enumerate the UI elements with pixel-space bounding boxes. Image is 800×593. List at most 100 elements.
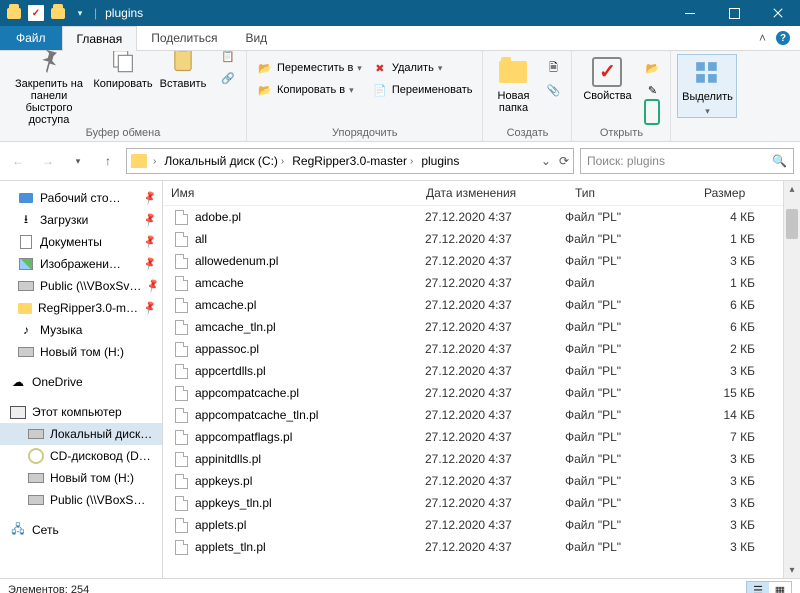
file-icon bbox=[173, 473, 189, 489]
edit-button[interactable]: ✎ bbox=[640, 80, 664, 100]
qat-dropdown-icon[interactable]: ▾ bbox=[72, 5, 88, 21]
copy-to-button[interactable]: 📂Копировать в▾ bbox=[253, 80, 366, 100]
col-name[interactable]: Имя bbox=[163, 186, 418, 200]
file-row[interactable]: amcache27.12.2020 4:37Файл1 КБ bbox=[163, 272, 800, 294]
sidebar-item-quick-5[interactable]: RegRipper3.0-m…📌 bbox=[0, 297, 162, 319]
navigation-bar: ← → ▾ ↑ › Локальный диск (C:)› RegRipper… bbox=[0, 142, 800, 181]
refresh-button[interactable]: ⟳ bbox=[555, 149, 573, 173]
drive-icon bbox=[18, 344, 34, 360]
rename-button[interactable]: 📄Переименовать bbox=[368, 80, 477, 100]
pin-to-quick-access-button[interactable]: Закрепить на панели быстрого доступа bbox=[6, 42, 92, 126]
scroll-thumb[interactable] bbox=[786, 209, 798, 239]
file-row[interactable]: appcompatflags.pl27.12.2020 4:37Файл "PL… bbox=[163, 426, 800, 448]
doc-icon bbox=[18, 234, 34, 250]
address-dropdown-icon[interactable]: ⌄ bbox=[541, 154, 551, 168]
history-button[interactable] bbox=[640, 102, 664, 122]
drive-icon bbox=[28, 492, 44, 508]
new-folder-button[interactable]: Новая папка bbox=[489, 54, 537, 114]
forward-button[interactable]: → bbox=[36, 149, 60, 173]
pin-icon: 📌 bbox=[142, 234, 158, 250]
file-row[interactable]: amcache_tln.pl27.12.2020 4:37Файл "PL"6 … bbox=[163, 316, 800, 338]
sidebar-drive-2[interactable]: Новый том (H:) bbox=[0, 467, 162, 489]
group-label-select bbox=[677, 138, 737, 141]
search-box[interactable]: Поиск: plugins 🔍 bbox=[580, 148, 794, 174]
new-item-button[interactable]: 🗎 bbox=[541, 58, 565, 78]
scroll-up-icon[interactable]: ▴ bbox=[784, 181, 800, 197]
recent-locations-button[interactable]: ▾ bbox=[66, 149, 90, 173]
view-thumbs-button[interactable]: ▦ bbox=[769, 582, 791, 593]
open-icon: 📂 bbox=[644, 60, 660, 76]
vertical-scrollbar[interactable]: ▴ ▾ bbox=[783, 181, 800, 578]
up-button[interactable]: ↑ bbox=[96, 149, 120, 173]
sidebar-item-quick-0[interactable]: Рабочий сто…📌 bbox=[0, 187, 162, 209]
file-row[interactable]: appinitdlls.pl27.12.2020 4:37Файл "PL"3 … bbox=[163, 448, 800, 470]
file-row[interactable]: all27.12.2020 4:37Файл "PL"1 КБ bbox=[163, 228, 800, 250]
col-type[interactable]: Тип bbox=[567, 186, 696, 200]
sidebar-network[interactable]: 🖧 Сеть bbox=[0, 519, 162, 541]
edit-icon: ✎ bbox=[644, 82, 660, 98]
address-bar[interactable]: › Локальный диск (C:)› RegRipper3.0-mast… bbox=[126, 148, 574, 174]
cd-icon bbox=[28, 448, 44, 464]
tab-home[interactable]: Главная bbox=[62, 26, 138, 51]
sidebar-this-pc[interactable]: Этот компьютер bbox=[0, 401, 162, 423]
collapse-ribbon-icon[interactable]: ˄ bbox=[759, 31, 766, 45]
close-button[interactable] bbox=[756, 0, 800, 26]
img-icon bbox=[18, 256, 34, 272]
breadcrumb-seg-1: RegRipper3.0-master› bbox=[288, 149, 417, 173]
new-folder-icon bbox=[497, 56, 529, 88]
ribbon-group-clipboard: Закрепить на панели быстрого доступа Коп… bbox=[0, 51, 247, 141]
file-row[interactable]: appassoc.pl27.12.2020 4:37Файл "PL"2 КБ bbox=[163, 338, 800, 360]
move-to-button[interactable]: 📂Переместить в▾ bbox=[253, 58, 366, 78]
file-row[interactable]: amcache.pl27.12.2020 4:37Файл "PL"6 КБ bbox=[163, 294, 800, 316]
file-row[interactable]: appcompatcache.pl27.12.2020 4:37Файл "PL… bbox=[163, 382, 800, 404]
view-mode-toggle: ☰ ▦ bbox=[746, 581, 792, 593]
group-label-organize: Упорядочить bbox=[253, 126, 476, 141]
view-details-button[interactable]: ☰ bbox=[747, 582, 769, 593]
col-size[interactable]: Размер bbox=[696, 186, 781, 200]
minimize-button[interactable] bbox=[668, 0, 712, 26]
file-icon bbox=[173, 407, 189, 423]
paste-shortcut-button[interactable]: 🔗 bbox=[216, 68, 240, 88]
file-row[interactable]: adobe.pl27.12.2020 4:37Файл "PL"4 КБ bbox=[163, 206, 800, 228]
open-button[interactable]: 📂 bbox=[640, 58, 664, 78]
tab-share[interactable]: Поделиться bbox=[137, 26, 231, 50]
file-row[interactable]: appkeys_tln.pl27.12.2020 4:37Файл "PL"3 … bbox=[163, 492, 800, 514]
col-date[interactable]: Дата изменения bbox=[418, 186, 567, 200]
sidebar-drive-0[interactable]: Локальный диск… bbox=[0, 423, 162, 445]
maximize-button[interactable] bbox=[712, 0, 756, 26]
file-row[interactable]: applets_tln.pl27.12.2020 4:37Файл "PL"3 … bbox=[163, 536, 800, 558]
down-icon: ⭳ bbox=[18, 212, 34, 228]
easy-access-button[interactable]: 📎 bbox=[541, 80, 565, 100]
drive-icon bbox=[18, 278, 34, 294]
sidebar-drive-1[interactable]: CD-дисковод (D… bbox=[0, 445, 162, 467]
file-row[interactable]: allowedenum.pl27.12.2020 4:37Файл "PL"3 … bbox=[163, 250, 800, 272]
sidebar-drive-3[interactable]: Public (\\VBoxS… bbox=[0, 489, 162, 511]
select-all-button[interactable]: Выделить ▾ bbox=[677, 54, 737, 118]
help-icon[interactable]: ? bbox=[776, 31, 790, 45]
file-icon bbox=[173, 429, 189, 445]
scroll-down-icon[interactable]: ▾ bbox=[784, 562, 800, 578]
file-row[interactable]: appcompatcache_tln.pl27.12.2020 4:37Файл… bbox=[163, 404, 800, 426]
properties-icon[interactable]: ✓ bbox=[28, 5, 44, 21]
sidebar-item-quick-4[interactable]: Public (\\VBoxSv…📌 bbox=[0, 275, 162, 297]
file-row[interactable]: appkeys.pl27.12.2020 4:37Файл "PL"3 КБ bbox=[163, 470, 800, 492]
folder-icon[interactable] bbox=[6, 5, 22, 21]
ribbon-group-select: Выделить ▾ bbox=[671, 51, 743, 141]
copy-label: Копировать bbox=[93, 78, 152, 90]
delete-button[interactable]: ✖Удалить▾ bbox=[368, 58, 477, 78]
tab-view[interactable]: Вид bbox=[231, 26, 281, 50]
file-icon bbox=[173, 253, 189, 269]
sidebar-item-quick-3[interactable]: Изображени…📌 bbox=[0, 253, 162, 275]
properties-button[interactable]: ✓ Свойства bbox=[578, 54, 636, 102]
sidebar-onedrive[interactable]: ☁ OneDrive bbox=[0, 371, 162, 393]
shortcut-icon: 🔗 bbox=[220, 70, 236, 86]
sidebar-item-quick-2[interactable]: Документы📌 bbox=[0, 231, 162, 253]
sidebar-item-quick-1[interactable]: ⭳Загрузки📌 bbox=[0, 209, 162, 231]
file-icon bbox=[173, 385, 189, 401]
sidebar-item-quick-7[interactable]: Новый том (H:) bbox=[0, 341, 162, 363]
sidebar-item-quick-6[interactable]: ♪Музыка bbox=[0, 319, 162, 341]
new-folder-icon[interactable] bbox=[50, 5, 66, 21]
back-button[interactable]: ← bbox=[6, 149, 30, 173]
file-row[interactable]: appcertdlls.pl27.12.2020 4:37Файл "PL"3 … bbox=[163, 360, 800, 382]
file-row[interactable]: applets.pl27.12.2020 4:37Файл "PL"3 КБ bbox=[163, 514, 800, 536]
